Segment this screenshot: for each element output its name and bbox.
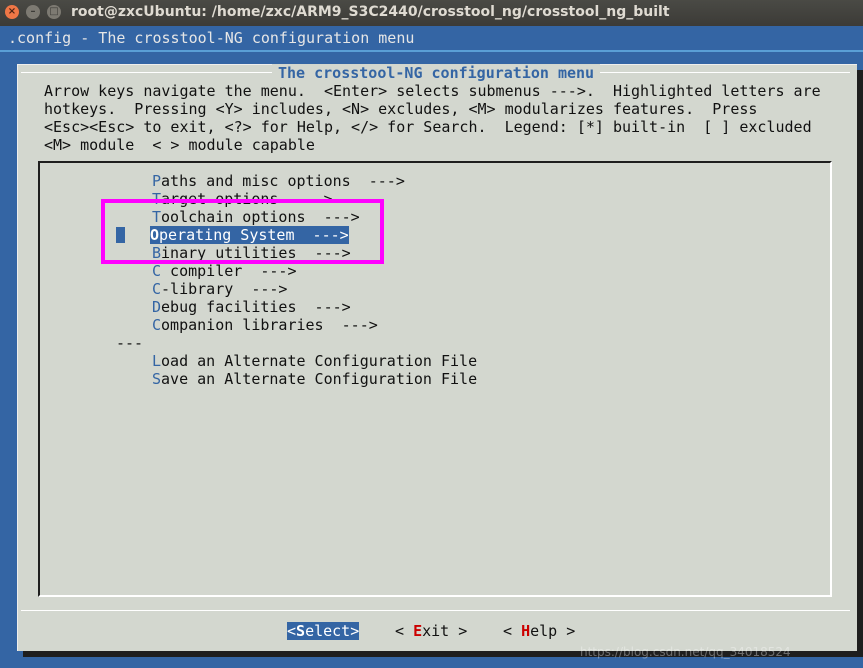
menu-item-c-library[interactable]: C-library ---> <box>152 280 287 298</box>
button-label: elect> <box>305 622 360 640</box>
maximize-icon[interactable]: □ <box>47 5 61 19</box>
hotkey-letter: H <box>521 622 531 640</box>
select-button[interactable]: <Select> <box>287 622 360 640</box>
button-label: xit > <box>422 622 468 640</box>
close-icon[interactable]: × <box>5 5 19 19</box>
menu-item-companion-libraries[interactable]: Companion libraries ---> <box>152 316 378 334</box>
menu-item-label: oad an Alternate Configuration File <box>161 352 478 370</box>
hotkey-letter: S <box>296 622 306 640</box>
menu-item-label: ave an Alternate Configuration File <box>161 370 478 388</box>
hotkey-letter: C <box>152 262 162 280</box>
exit-button[interactable]: < Exit > <box>395 622 467 640</box>
window-title: root@zxcUbuntu: /home/zxc/ARM9_S3C2440/c… <box>71 4 670 20</box>
menu-separator: --- <box>116 334 144 352</box>
header-rule <box>0 50 863 52</box>
dialog-shadow-right <box>856 70 863 656</box>
config-header: .config - The crosstool-NG configuration… <box>8 29 415 47</box>
hotkey-letter: L <box>152 352 162 370</box>
window-titlebar: × – □ root@zxcUbuntu: /home/zxc/ARM9_S3C… <box>0 0 863 26</box>
menu-item-paths-and-misc-options[interactable]: Paths and misc options ---> <box>152 172 405 190</box>
menu-item-debug-facilities[interactable]: Debug facilities ---> <box>152 298 351 316</box>
menu-item-c-compiler[interactable]: C compiler ---> <box>152 262 297 280</box>
menu-item-load-alternate-config[interactable]: Load an Alternate Configuration File <box>152 352 477 370</box>
hotkey-letter: D <box>152 298 162 316</box>
highlight-annotation-box <box>101 199 384 264</box>
hotkey-letter: C <box>152 280 162 298</box>
watermark: https://blog.csdn.net/qq_34018524 <box>580 645 791 659</box>
help-text-line: <M> module < > module capable <box>44 136 315 154</box>
menu-item-label: compiler ---> <box>161 262 297 280</box>
button-bracket: < <box>395 622 414 640</box>
menu-item-label: aths and misc options ---> <box>161 172 405 190</box>
help-text-line: <Esc><Esc> to exit, <?> for Help, </> fo… <box>44 118 812 136</box>
dialog-title: The crosstool-NG configuration menu <box>272 64 601 82</box>
button-bracket: < <box>287 622 297 640</box>
hotkey-letter: S <box>152 370 162 388</box>
help-button[interactable]: < Help > <box>503 622 575 640</box>
hotkey-letter: C <box>152 316 162 334</box>
hotkey-letter: P <box>152 172 162 190</box>
menu-item-label: ebug facilities ---> <box>161 298 351 316</box>
menu-item-label: ompanion libraries ---> <box>161 316 378 334</box>
menu-item-label: -library ---> <box>161 280 288 298</box>
button-bar-separator <box>21 610 850 611</box>
menu-item-save-alternate-config[interactable]: Save an Alternate Configuration File <box>152 370 477 388</box>
help-text-line: Arrow keys navigate the menu. <Enter> se… <box>44 82 821 100</box>
hotkey-letter: E <box>413 622 423 640</box>
button-bracket: < <box>503 622 522 640</box>
help-text-line: hotkeys. Pressing <Y> includes, <N> excl… <box>44 100 758 118</box>
minimize-icon[interactable]: – <box>26 5 40 19</box>
button-label: elp > <box>530 622 576 640</box>
